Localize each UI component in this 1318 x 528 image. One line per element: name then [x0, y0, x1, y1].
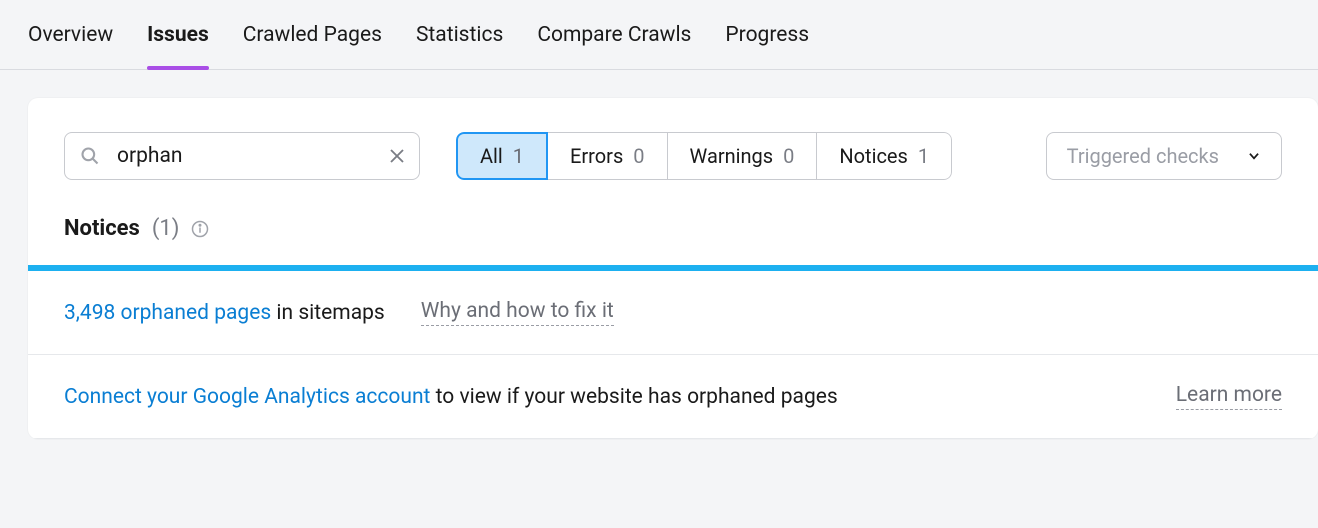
tab-overview[interactable]: Overview: [28, 0, 113, 69]
filter-group: All 1 Errors 0 Warnings 0 Notices 1: [456, 132, 952, 180]
issue-row: Connect your Google Analytics account to…: [28, 355, 1318, 439]
issue-text: 3,498 orphaned pages in sitemaps: [64, 301, 385, 325]
triggered-checks-dropdown[interactable]: Triggered checks: [1046, 132, 1282, 180]
filter-warnings[interactable]: Warnings 0: [668, 132, 818, 180]
why-how-fix-link[interactable]: Why and how to fix it: [421, 299, 614, 326]
clear-search-icon[interactable]: [388, 147, 406, 165]
info-icon[interactable]: [191, 220, 209, 238]
filter-all-count: 1: [513, 144, 524, 168]
tab-statistics[interactable]: Statistics: [416, 0, 503, 69]
tab-progress[interactable]: Progress: [725, 0, 809, 69]
issues-panel: All 1 Errors 0 Warnings 0 Notices 1 Trig…: [28, 98, 1318, 439]
filter-all[interactable]: All 1: [456, 132, 548, 180]
filter-all-label: All: [480, 144, 503, 168]
tab-issues[interactable]: Issues: [147, 0, 209, 69]
filter-notices-label: Notices: [839, 144, 907, 168]
toolbar: All 1 Errors 0 Warnings 0 Notices 1 Trig…: [28, 98, 1318, 208]
search-input[interactable]: [64, 132, 420, 180]
search-icon: [80, 146, 100, 166]
learn-more-link[interactable]: Learn more: [1176, 383, 1282, 410]
filter-warnings-count: 0: [783, 144, 794, 168]
connect-ga-link[interactable]: Connect your Google Analytics account: [64, 385, 430, 409]
issue-suffix: in sitemaps: [271, 301, 385, 325]
search-box: [64, 132, 420, 180]
tab-crawled-pages[interactable]: Crawled Pages: [243, 0, 382, 69]
section-count: (1): [152, 216, 180, 241]
main-tabs: Overview Issues Crawled Pages Statistics…: [0, 0, 1318, 70]
filter-warnings-label: Warnings: [690, 144, 774, 168]
dropdown-label: Triggered checks: [1067, 144, 1219, 168]
issue-suffix: to view if your website has orphaned pag…: [430, 385, 837, 409]
section-title: Notices: [64, 216, 140, 241]
issue-text: Connect your Google Analytics account to…: [64, 385, 838, 409]
tab-compare-crawls[interactable]: Compare Crawls: [537, 0, 691, 69]
issue-row: 3,498 orphaned pages in sitemaps Why and…: [28, 271, 1318, 355]
chevron-down-icon: [1247, 149, 1261, 163]
notices-section-header: Notices (1): [28, 208, 1318, 265]
filter-errors-label: Errors: [570, 144, 623, 168]
filter-errors-count: 0: [633, 144, 644, 168]
filter-errors[interactable]: Errors 0: [548, 132, 667, 180]
filter-notices-count: 1: [918, 144, 929, 168]
orphaned-pages-link[interactable]: 3,498 orphaned pages: [64, 301, 271, 325]
filter-notices[interactable]: Notices 1: [817, 132, 952, 180]
